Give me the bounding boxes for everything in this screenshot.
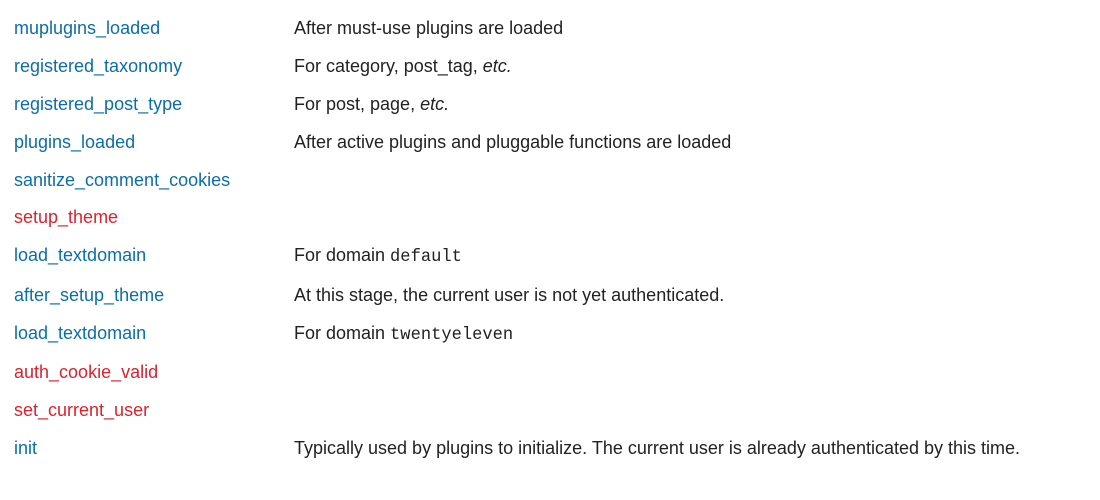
hook-cell: registered_taxonomy [14, 48, 294, 86]
hook-link[interactable]: auth_cookie_valid [14, 362, 158, 382]
hook-link[interactable]: plugins_loaded [14, 132, 135, 152]
hook-link[interactable]: load_textdomain [14, 323, 146, 343]
hook-description: After must-use plugins are loaded [294, 10, 1086, 48]
hooks-table: muplugins_loaded After must-use plugins a… [14, 10, 1086, 468]
table-row: set_current_user [14, 392, 1086, 430]
hook-description [294, 162, 1086, 200]
hook-description: For domain default [294, 237, 1086, 276]
table-row: after_setup_theme At this stage, the curr… [14, 277, 1086, 315]
hook-cell: plugins_loaded [14, 124, 294, 162]
hook-cell: load_textdomain [14, 315, 294, 354]
hook-description: For post, page, etc. [294, 86, 1086, 124]
hook-description [294, 354, 1086, 392]
hook-cell: muplugins_loaded [14, 10, 294, 48]
hook-description: For category, post_tag, etc. [294, 48, 1086, 86]
table-row: registered_taxonomy For category, post_ta… [14, 48, 1086, 86]
hook-cell: auth_cookie_valid [14, 354, 294, 392]
hook-cell: sanitize_comment_cookies [14, 162, 294, 200]
hook-description: Typically used by plugins to initialize.… [294, 430, 1086, 468]
hook-link[interactable]: registered_taxonomy [14, 56, 182, 76]
hook-link[interactable]: sanitize_comment_cookies [14, 170, 230, 190]
hook-link[interactable]: after_setup_theme [14, 285, 164, 305]
hook-link[interactable]: load_textdomain [14, 245, 146, 265]
hook-cell: registered_post_type [14, 86, 294, 124]
hook-link[interactable]: muplugins_loaded [14, 18, 160, 38]
table-row: load_textdomain For domain twentyeleven [14, 315, 1086, 354]
table-row: plugins_loaded After active plugins and p… [14, 124, 1086, 162]
hook-cell: load_textdomain [14, 237, 294, 276]
hook-description: After active plugins and pluggable funct… [294, 124, 1086, 162]
hook-description [294, 392, 1086, 430]
hook-cell: init [14, 430, 294, 468]
table-row: setup_theme [14, 199, 1086, 237]
hook-link[interactable]: init [14, 438, 37, 458]
hook-link[interactable]: set_current_user [14, 400, 149, 420]
hook-cell: after_setup_theme [14, 277, 294, 315]
table-row: auth_cookie_valid [14, 354, 1086, 392]
hook-description: At this stage, the current user is not y… [294, 277, 1086, 315]
table-row: registered_post_type For post, page, etc. [14, 86, 1086, 124]
table-row: sanitize_comment_cookies [14, 162, 1086, 200]
hook-description: For domain twentyeleven [294, 315, 1086, 354]
hook-cell: set_current_user [14, 392, 294, 430]
hook-link[interactable]: setup_theme [14, 207, 118, 227]
hook-cell: setup_theme [14, 199, 294, 237]
hook-link[interactable]: registered_post_type [14, 94, 182, 114]
table-row: load_textdomain For domain default [14, 237, 1086, 276]
table-row: muplugins_loaded After must-use plugins a… [14, 10, 1086, 48]
hook-description [294, 199, 1086, 237]
table-row: init Typically used by plugins to initial… [14, 430, 1086, 468]
